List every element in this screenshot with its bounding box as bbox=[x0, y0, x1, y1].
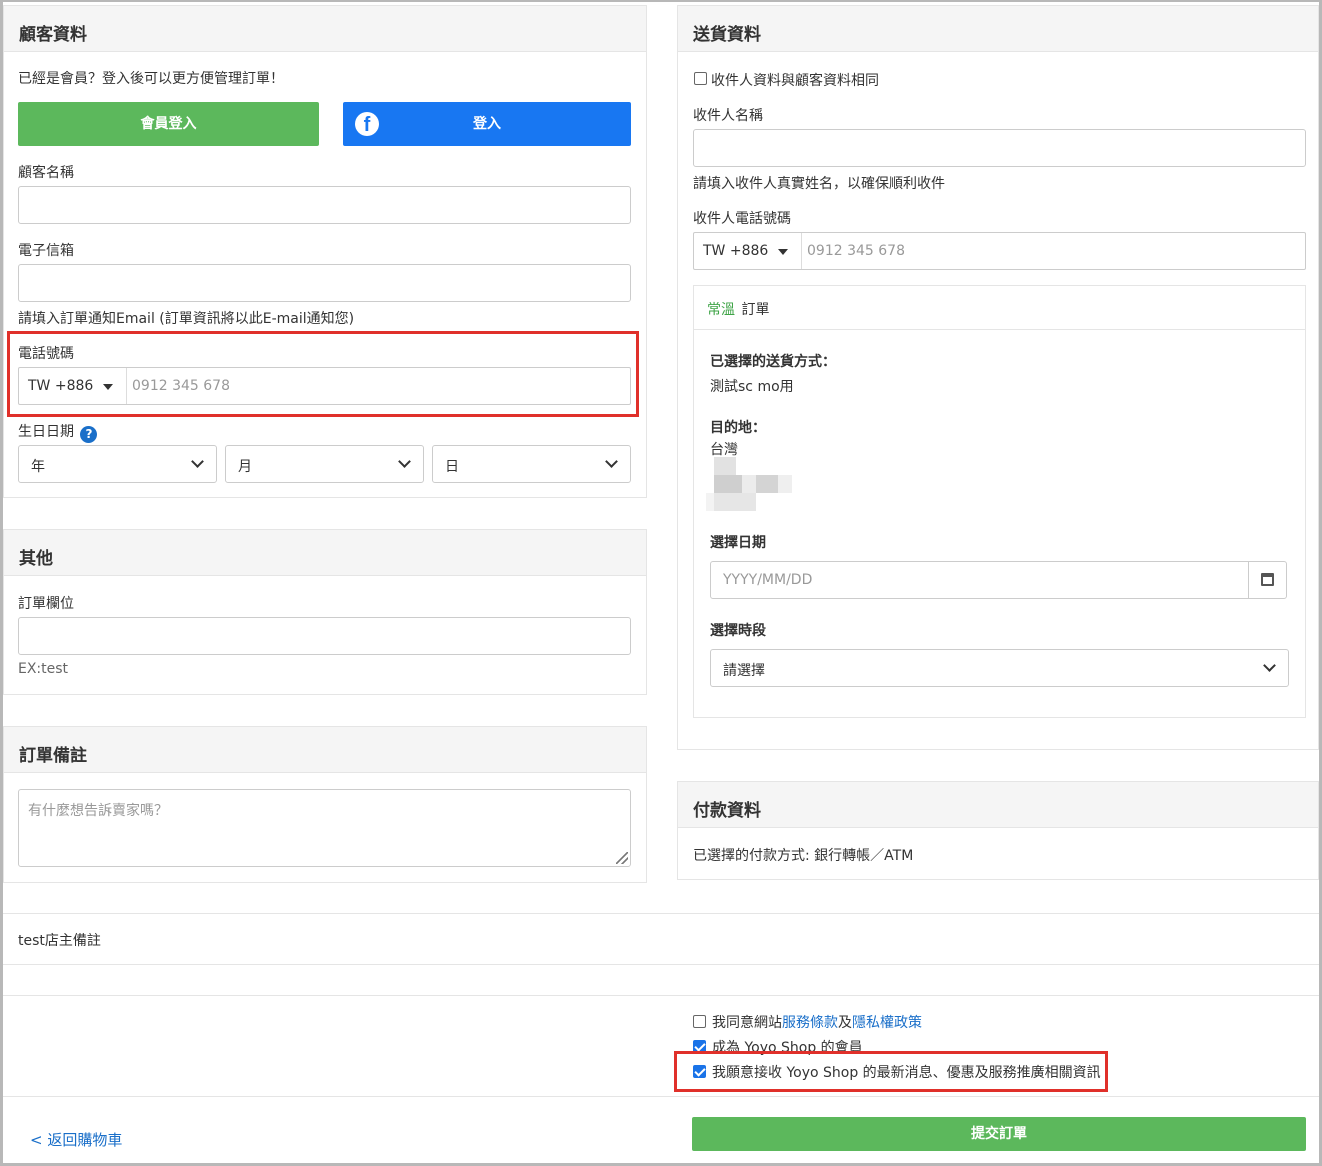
terms-and: 及 bbox=[838, 1015, 852, 1031]
order-notes-placeholder: 有什麼想告訴賣家嗎？ bbox=[28, 803, 168, 819]
agreement-top-border bbox=[3, 995, 1319, 996]
facebook-icon: f bbox=[355, 112, 379, 136]
order-type-header: 常溫 訂單 bbox=[707, 299, 769, 319]
help-icon[interactable]: ? bbox=[80, 426, 98, 443]
time-slot-select[interactable]: 請選擇 bbox=[710, 649, 1289, 687]
payment-panel: 付款資料 bbox=[677, 781, 1319, 880]
other-title: 其他 bbox=[4, 530, 646, 576]
back-to-cart-link[interactable]: < 返回購物車 bbox=[30, 1129, 122, 1150]
order-temp-label: 常溫 bbox=[707, 302, 735, 318]
recipient-phone-input[interactable]: 0912 345 678 bbox=[807, 243, 905, 259]
terms-checkbox[interactable] bbox=[693, 1015, 706, 1028]
select-date-label: 選擇日期 bbox=[710, 535, 766, 551]
phone-label: 電話號碼 bbox=[18, 346, 74, 362]
email-input[interactable] bbox=[18, 264, 631, 302]
birth-year-value: 年 bbox=[31, 459, 45, 475]
recipient-country-code-value: TW +886 bbox=[703, 243, 769, 259]
birthday-label-text: 生日日期 bbox=[18, 424, 74, 440]
country-code-value: TW +886 bbox=[28, 378, 94, 394]
store-note-top-border bbox=[3, 913, 1319, 914]
newsletter-checkbox[interactable] bbox=[693, 1065, 706, 1078]
order-word: 訂單 bbox=[741, 302, 770, 318]
delivery-box-divider bbox=[694, 329, 1305, 330]
same-as-customer-label: 收件人資料與顧客資料相同 bbox=[711, 73, 879, 89]
calendar-button[interactable] bbox=[1248, 562, 1286, 598]
other-panel: 其他 bbox=[3, 529, 647, 695]
recipient-name-input[interactable] bbox=[693, 129, 1306, 167]
calendar-icon bbox=[1261, 573, 1274, 586]
customer-title: 顧客資料 bbox=[4, 6, 646, 52]
shipping-method-label: 已選擇的送貨方式： bbox=[710, 354, 836, 370]
destination-value: 台灣 bbox=[710, 442, 738, 458]
time-slot-value: 請選擇 bbox=[723, 663, 765, 679]
caret-down-icon bbox=[778, 249, 788, 255]
recipient-name-label: 收件人名稱 bbox=[693, 108, 763, 124]
birth-month-value: 月 bbox=[238, 459, 252, 475]
footer-top-border bbox=[3, 1096, 1319, 1097]
privacy-link[interactable]: 隱私權政策 bbox=[852, 1015, 922, 1031]
shipping-method-value: 測試sc mo用 bbox=[710, 379, 794, 395]
birth-year-select[interactable]: 年 bbox=[18, 445, 217, 483]
store-note-bottom-border bbox=[3, 964, 1319, 965]
recipient-phone-label: 收件人電話號碼 bbox=[693, 211, 791, 227]
phone-input-group: TW +886 0912 345 678 bbox=[18, 367, 631, 405]
birth-month-select[interactable]: 月 bbox=[225, 445, 424, 483]
store-note: test店主備註 bbox=[18, 933, 101, 949]
recipient-name-help: 請填入收件人真實姓名，以確保順利收件 bbox=[693, 176, 945, 192]
destination-label: 目的地： bbox=[710, 420, 766, 436]
member-login-button[interactable]: 會員登入 bbox=[18, 102, 319, 146]
order-field-input[interactable] bbox=[18, 617, 631, 655]
birth-day-select[interactable]: 日 bbox=[432, 445, 631, 483]
terms-prefix: 我同意網站 bbox=[712, 1015, 782, 1031]
chevron-down-icon bbox=[191, 455, 204, 468]
order-notes-textarea[interactable]: 有什麼想告訴賣家嗎？ bbox=[18, 789, 631, 867]
customer-name-label: 顧客名稱 bbox=[18, 165, 74, 181]
member-prompt: 已經是會員？登入後可以更方便管理訂單！ bbox=[18, 71, 284, 87]
shipping-title: 送貨資料 bbox=[678, 6, 1318, 52]
chevron-down-icon bbox=[398, 455, 411, 468]
chevron-down-icon bbox=[1263, 659, 1276, 672]
caret-down-icon bbox=[103, 384, 113, 390]
payment-title: 付款資料 bbox=[678, 782, 1318, 828]
birth-day-value: 日 bbox=[445, 459, 459, 475]
order-field-label: 訂單欄位 bbox=[18, 596, 74, 612]
submit-order-button[interactable]: 提交訂單 bbox=[692, 1117, 1306, 1151]
date-input[interactable]: YYYY/MM/DD bbox=[710, 561, 1287, 599]
facebook-login-button[interactable]: f 登入 bbox=[343, 102, 631, 146]
chevron-down-icon bbox=[605, 455, 618, 468]
birthday-label: 生日日期 ? bbox=[18, 421, 98, 443]
customer-name-input[interactable] bbox=[18, 186, 631, 224]
email-label: 電子信箱 bbox=[18, 243, 74, 259]
notes-title: 訂單備註 bbox=[4, 727, 646, 773]
resize-handle-icon[interactable] bbox=[616, 852, 628, 864]
same-as-customer-checkbox[interactable] bbox=[694, 72, 707, 85]
email-help: 請填入訂單通知Email (訂單資訊將以此E-mail通知您) bbox=[18, 311, 355, 327]
phone-number-input[interactable]: 0912 345 678 bbox=[132, 378, 230, 394]
facebook-login-label: 登入 bbox=[473, 116, 501, 132]
select-time-label: 選擇時段 bbox=[710, 623, 766, 639]
newsletter-label: 我願意接收 Yoyo Shop 的最新消息、優惠及服務推廣相關資訊 bbox=[712, 1065, 1101, 1081]
terms-link[interactable]: 服務條款 bbox=[782, 1015, 838, 1031]
date-placeholder: YYYY/MM/DD bbox=[723, 572, 813, 588]
recipient-phone-group: TW +886 0912 345 678 bbox=[693, 232, 1306, 270]
payment-method: 已選擇的付款方式: 銀行轉帳／ATM bbox=[693, 848, 914, 864]
order-field-help: EX:test bbox=[18, 661, 69, 677]
terms-label: 我同意網站服務條款及隱私權政策 bbox=[712, 1012, 922, 1032]
address-redacted-image bbox=[706, 457, 792, 519]
